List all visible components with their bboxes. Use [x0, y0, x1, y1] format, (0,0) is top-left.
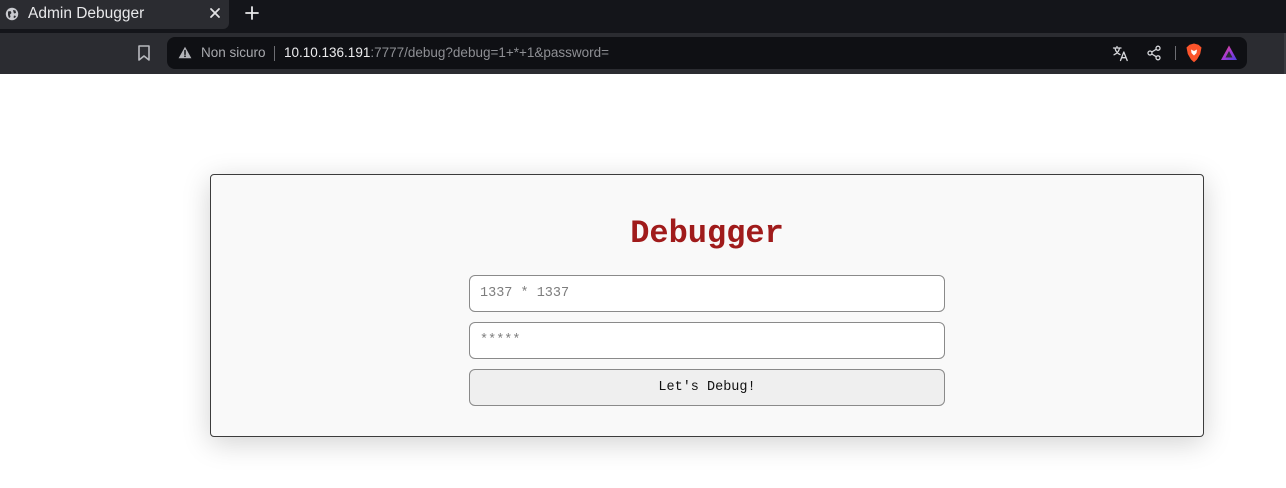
url-text[interactable]: 10.10.136.191:7777/debug?debug=1+*+1&pas… — [284, 45, 609, 61]
tab-title: Admin Debugger — [28, 5, 145, 22]
debugger-card: Debugger Let's Debug! — [210, 174, 1204, 437]
brave-rewards-icon[interactable] — [1220, 44, 1238, 62]
security-label[interactable]: Non sicuro — [201, 45, 266, 61]
url-divider — [274, 46, 275, 61]
url-path: :7777/debug?debug=1+*+1&password= — [370, 45, 610, 60]
bookmark-icon[interactable] — [136, 44, 152, 62]
debug-submit-button[interactable]: Let's Debug! — [469, 369, 945, 406]
toolbar-divider — [1175, 46, 1176, 60]
tab-strip: Admin Debugger — [0, 0, 1286, 33]
globe-icon — [5, 7, 19, 21]
tab-admin-debugger[interactable]: Admin Debugger — [0, 0, 229, 29]
expression-input[interactable] — [469, 275, 945, 312]
translate-icon[interactable] — [1112, 45, 1129, 62]
share-icon[interactable] — [1146, 45, 1162, 61]
password-input[interactable] — [469, 322, 945, 359]
brave-icon[interactable] — [1185, 43, 1203, 63]
warning-icon[interactable] — [178, 46, 192, 59]
url-host: 10.10.136.191 — [284, 45, 371, 60]
page-title: Debugger — [630, 215, 784, 252]
address-bar[interactable]: Non sicuro 10.10.136.191:7777/debug?debu… — [167, 37, 1247, 69]
plus-icon[interactable] — [243, 4, 261, 22]
browser-toolbar: Non sicuro 10.10.136.191:7777/debug?debu… — [0, 33, 1286, 74]
close-icon[interactable] — [208, 6, 222, 20]
